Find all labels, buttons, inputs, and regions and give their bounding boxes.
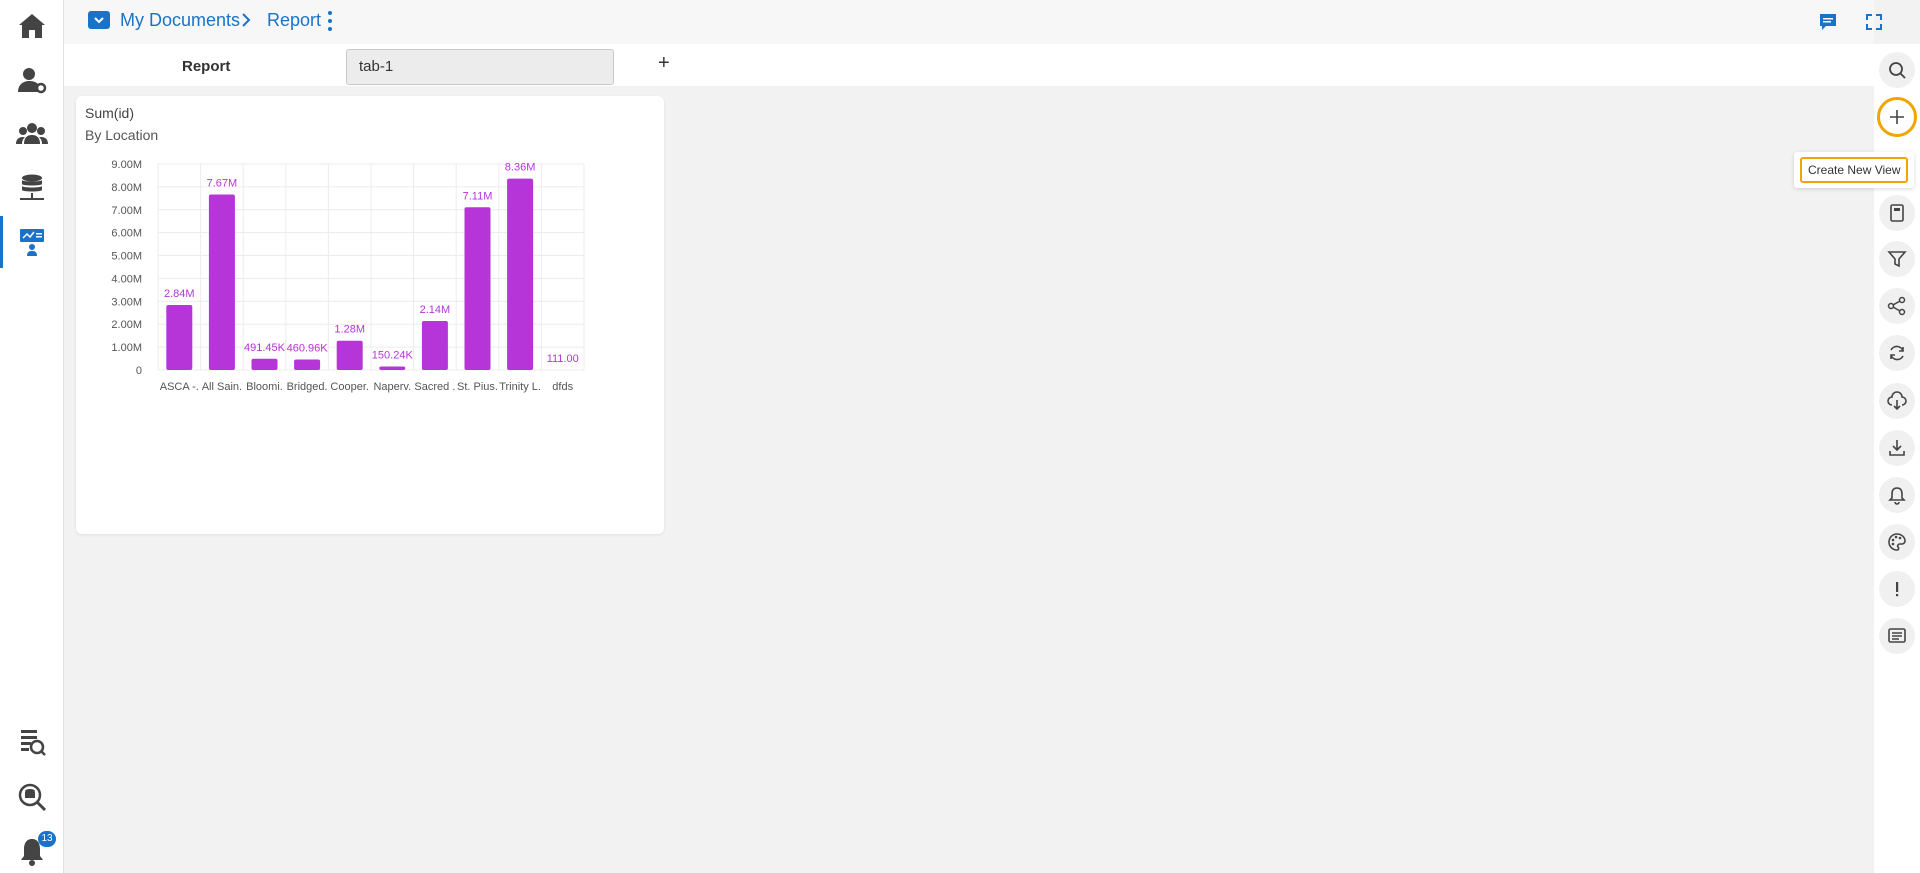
user-settings-icon[interactable] <box>0 58 64 102</box>
y-tick-label: 4.00M <box>111 273 142 285</box>
filter-icon <box>1887 251 1907 268</box>
folder-icon[interactable] <box>88 11 110 29</box>
data-label: 8.36M <box>505 162 536 174</box>
data-label: 7.67M <box>207 177 238 189</box>
fullscreen-icon[interactable] <box>1864 12 1884 32</box>
bar <box>421 321 448 370</box>
data-label: 2.84M <box>164 288 195 300</box>
chart-card[interactable]: Sum(id) By Location 0 1.00M 2.00M 3.00M 4.00… <box>76 96 664 534</box>
plus-button[interactable] <box>1877 97 1917 137</box>
x-tick-label: Bridged. <box>287 381 328 393</box>
x-tick-label: dfds <box>552 381 573 393</box>
x-tick-label: Naperv. <box>373 381 411 393</box>
bar <box>464 207 491 370</box>
filter-button[interactable] <box>1879 241 1915 277</box>
data-label: 491.45K <box>244 342 286 354</box>
home-icon[interactable] <box>0 4 64 48</box>
cloud-download-button[interactable] <box>1879 383 1915 419</box>
search-icon <box>1889 62 1906 79</box>
refresh-button[interactable] <box>1879 335 1915 371</box>
refresh-icon <box>1890 345 1904 361</box>
cloud-download-icon <box>1887 391 1907 411</box>
comments-button[interactable] <box>1879 618 1915 654</box>
bar <box>166 304 193 370</box>
data-label: 1.28M <box>334 324 365 336</box>
share-icon <box>1887 296 1906 316</box>
data-label: 7.11M <box>463 190 493 202</box>
left-sidebar: 13 <box>0 0 64 873</box>
data-search-icon[interactable] <box>0 720 64 764</box>
x-tick-label: Sacred . <box>414 381 455 393</box>
add-tab-button[interactable]: + <box>658 52 670 75</box>
comments-icon <box>1888 628 1906 643</box>
x-tick-label: Cooper. <box>330 381 369 393</box>
download-button[interactable] <box>1879 430 1915 466</box>
chevron-right-icon <box>242 13 251 27</box>
comment-icon[interactable] <box>1818 12 1838 32</box>
data-label: 111.00 <box>547 353 579 365</box>
bell-button[interactable] <box>1879 477 1915 513</box>
bar <box>294 359 321 370</box>
data-label: 460.96K <box>287 342 329 354</box>
search-button[interactable] <box>1879 52 1915 88</box>
tab-1[interactable]: tab-1 <box>346 49 614 85</box>
x-tick-label: St. Pius. <box>457 381 498 393</box>
data-label: 150.24K <box>372 350 414 362</box>
dashboard-designer-icon[interactable] <box>0 216 64 268</box>
plus-icon <box>1890 110 1904 124</box>
report-label: Report <box>182 58 231 75</box>
palette-icon <box>1888 533 1906 551</box>
bar <box>379 366 406 370</box>
bar <box>251 358 278 370</box>
y-tick-label: 9.00M <box>111 159 142 171</box>
create-new-view-tooltip: Create New View <box>1800 157 1909 183</box>
notebook-icon <box>1890 204 1904 222</box>
y-tick-label: 7.00M <box>111 205 142 217</box>
y-tick-label: 1.00M <box>111 342 142 354</box>
x-tick-label: All Sain. <box>202 381 242 393</box>
more-options-icon[interactable] <box>326 11 334 31</box>
search-db-icon[interactable] <box>0 775 64 819</box>
bell-icon <box>1888 487 1906 505</box>
y-tick-label: 3.00M <box>111 296 142 308</box>
bar-chart: 0 1.00M 2.00M 3.00M 4.00M 5.00M 6.00M 7.00M 8.00… <box>111 159 585 393</box>
breadcrumb-my-documents[interactable]: My Documents <box>120 10 240 31</box>
database-icon[interactable] <box>0 166 64 210</box>
tab-row: Report tab-1 + <box>64 44 1874 86</box>
notification-count-badge: 13 <box>38 831 56 847</box>
bar <box>208 194 235 370</box>
palette-button[interactable] <box>1879 524 1915 560</box>
info-icon <box>1896 582 1899 597</box>
notebook-button[interactable] <box>1879 195 1915 231</box>
y-tick-label: 2.00M <box>111 319 142 331</box>
bar <box>507 178 534 370</box>
x-tick-label: Trinity L. <box>499 381 541 393</box>
breadcrumb-report[interactable]: Report <box>267 10 321 31</box>
info-button[interactable] <box>1879 571 1915 607</box>
y-tick-label: 6.00M <box>111 228 142 240</box>
download-icon <box>1889 440 1905 456</box>
top-bar: My Documents Report <box>64 0 1882 44</box>
y-tick-label: 5.00M <box>111 251 142 263</box>
users-group-icon[interactable] <box>0 112 64 156</box>
x-tick-label: Bloomi. <box>246 381 283 393</box>
y-tick-label: 8.00M <box>111 182 142 194</box>
data-label: 2.14M <box>420 304 451 316</box>
x-tick-label: ASCA -. <box>160 381 199 393</box>
share-button[interactable] <box>1879 288 1915 324</box>
y-tick-label: 0 <box>136 365 142 377</box>
bar <box>336 340 363 370</box>
